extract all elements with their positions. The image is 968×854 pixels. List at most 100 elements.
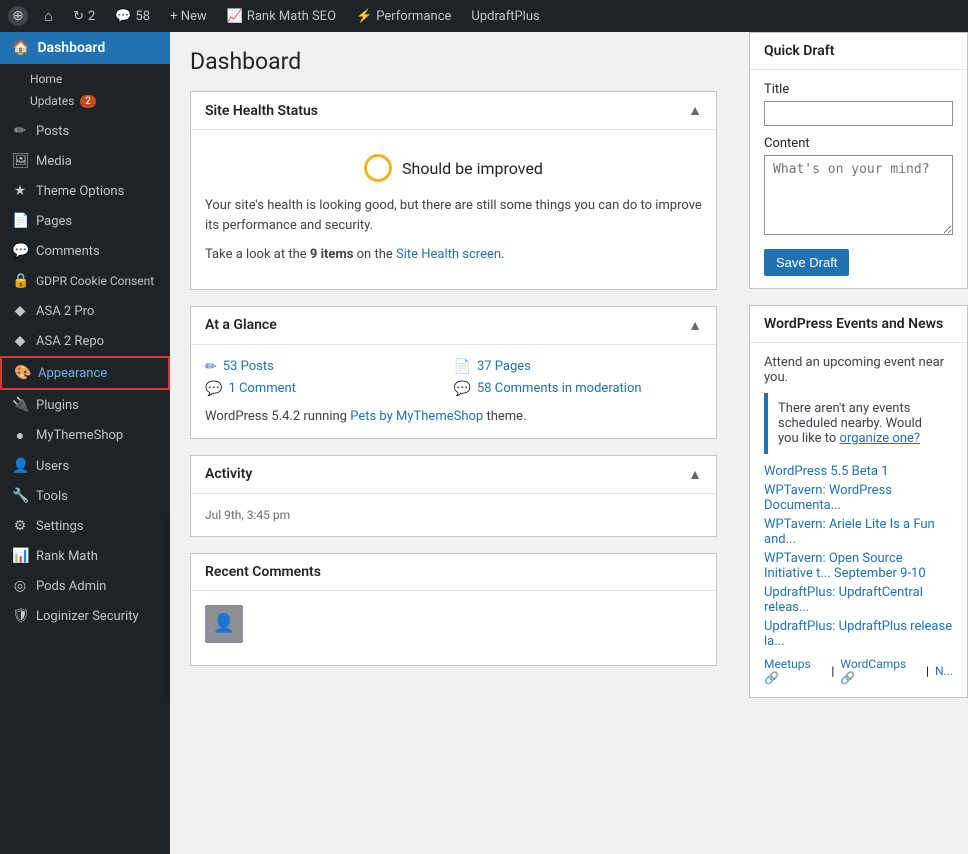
activity-body: Jul 9th, 3:45 pm: [191, 494, 716, 536]
quick-draft-header: Quick Draft: [750, 33, 967, 70]
theme-link[interactable]: Pets by MyThemeShop: [350, 409, 483, 424]
sidebar-item-users[interactable]: 👤 Users: [0, 451, 170, 481]
settings-icon: ⚙: [12, 518, 28, 534]
at-a-glance-body: ✏ 53 Posts 📄 37 Pages 💬 1 Comment 💬: [191, 345, 716, 438]
plugins-icon: 🔌: [12, 397, 28, 413]
glance-moderation: 💬 58 Comments in moderation: [454, 381, 703, 397]
comments-glance-icon: 💬: [205, 381, 222, 397]
site-health-body: Should be improved Your site's health is…: [191, 130, 716, 289]
theme-options-icon: ★: [12, 183, 28, 199]
event-link-2[interactable]: WPTavern: Ariele Lite Is a Fun and...: [764, 517, 953, 547]
sidebar-item-tools[interactable]: 🔧 Tools: [0, 481, 170, 511]
updraft-button[interactable]: UpdraftPlus: [467, 9, 543, 24]
event-link-3[interactable]: WPTavern: Open Source Initiative t... Se…: [764, 551, 953, 581]
events-header: WordPress Events and News: [750, 306, 967, 343]
site-health-header: Site Health Status ▲: [191, 92, 716, 130]
sidebar: 🏠 Dashboard Home Updates 2 ✏ Posts 🖼 Med…: [0, 32, 170, 854]
site-health-link[interactable]: Site Health screen: [396, 247, 501, 262]
save-draft-button[interactable]: Save Draft: [764, 249, 849, 276]
glance-posts: ✏ 53 Posts: [205, 359, 454, 375]
pages-link[interactable]: 37 Pages: [477, 359, 531, 374]
news-link[interactable]: N...: [935, 664, 953, 678]
sidebar-item-comments[interactable]: 💬 Comments: [0, 236, 170, 266]
sidebar-item-loginizer[interactable]: 🛡 Loginizer Security: [0, 601, 170, 631]
sidebar-item-updates[interactable]: Updates 2: [0, 90, 170, 112]
title-label: Title: [764, 82, 953, 97]
event-link-4[interactable]: UpdraftPlus: UpdraftCentral releas...: [764, 585, 953, 615]
sidebar-item-pods-admin[interactable]: ◎ Pods Admin: [0, 571, 170, 601]
recent-comments-header: Recent Comments: [191, 554, 716, 591]
main-layout: 🏠 Dashboard Home Updates 2 ✏ Posts 🖼 Med…: [0, 32, 968, 854]
gdpr-icon: 🔒: [12, 273, 28, 289]
sidebar-item-dashboard[interactable]: 🏠 Dashboard: [0, 32, 170, 64]
content-label: Content: [764, 136, 953, 151]
sidebar-item-home[interactable]: Home: [0, 68, 170, 90]
posts-link[interactable]: 53 Posts: [223, 359, 274, 374]
sidebar-item-gdpr[interactable]: 🔒 GDPR Cookie Consent: [0, 266, 170, 296]
quick-draft-body: Title Content Save Draft: [750, 70, 967, 288]
new-button[interactable]: + New: [166, 9, 211, 24]
sidebar-item-mythemeshop[interactable]: ● MyThemeShop: [0, 420, 170, 451]
no-events-notice: There aren't any events scheduled nearby…: [764, 393, 953, 454]
sidebar-item-pages[interactable]: 📄 Pages: [0, 206, 170, 236]
pages-glance-icon: 📄: [454, 359, 471, 375]
site-health-collapse[interactable]: ▲: [688, 102, 702, 119]
glance-grid: ✏ 53 Posts 📄 37 Pages 💬 1 Comment 💬: [205, 359, 702, 397]
organize-link[interactable]: organize one?: [840, 431, 921, 446]
pages-icon: 📄: [12, 213, 28, 229]
sidebar-item-theme-options[interactable]: ★ Theme Options: [0, 176, 170, 206]
sidebar-item-settings[interactable]: ⚙ Settings: [0, 511, 170, 541]
sidebar-item-posts[interactable]: ✏ Posts: [0, 116, 170, 146]
posts-glance-icon: ✏: [205, 359, 217, 375]
asa2repo-icon: ◆: [12, 333, 28, 349]
users-icon: 👤: [12, 458, 28, 474]
sidebar-item-plugins[interactable]: 🔌 Plugins: [0, 390, 170, 420]
recent-comments-widget: Recent Comments 👤: [190, 553, 717, 666]
activity-header: Activity ▲: [191, 456, 716, 494]
content-textarea[interactable]: [764, 155, 953, 235]
glance-comments: 💬 1 Comment: [205, 381, 454, 397]
media-icon: 🖼: [12, 153, 28, 169]
event-link-1[interactable]: WPTavern: WordPress Documenta...: [764, 483, 953, 513]
sidebar-item-media[interactable]: 🖼 Media: [0, 146, 170, 176]
meetups-link[interactable]: Meetups 🔗: [764, 657, 825, 685]
sidebar-item-asa2pro[interactable]: ◆ ASA 2 Pro: [0, 296, 170, 326]
comments-link[interactable]: 1 Comment: [228, 381, 296, 396]
updates-button[interactable]: ↻ 2: [69, 9, 99, 24]
rank-math-button[interactable]: 📈 Rank Math SEO: [223, 9, 340, 24]
tools-icon: 🔧: [12, 488, 28, 504]
events-footer: Meetups 🔗 | WordCamps 🔗 | N...: [764, 657, 953, 685]
comments-icon: 💬: [12, 243, 28, 259]
event-link-5[interactable]: UpdraftPlus: UpdraftPlus release la...: [764, 619, 953, 649]
wp-logo[interactable]: ⊕: [8, 6, 28, 26]
sidebar-item-appearance[interactable]: 🎨 Appearance: [0, 356, 170, 390]
event-link-0[interactable]: WordPress 5.5 Beta 1: [764, 464, 953, 479]
health-circle-icon: [364, 154, 392, 182]
main-area: Dashboard Site Health Status ▲ Should be…: [170, 32, 968, 854]
moderation-glance-icon: 💬: [454, 381, 471, 397]
recent-comments-body: 👤: [191, 591, 716, 665]
moderation-link[interactable]: 58 Comments in moderation: [477, 381, 642, 396]
at-a-glance-widget: At a Glance ▲ ✏ 53 Posts 📄 37 Pages: [190, 306, 717, 439]
comment-item: 👤: [205, 605, 702, 643]
updates-badge: 2: [80, 95, 96, 108]
home-icon[interactable]: ⌂: [40, 7, 57, 25]
appearance-icon: 🎨: [14, 365, 30, 381]
sidebar-item-asa2repo[interactable]: ◆ ASA 2 Repo: [0, 326, 170, 356]
sidebar-item-rank-math[interactable]: 📊 Rank Math: [0, 541, 170, 571]
asa2pro-icon: ◆: [12, 303, 28, 319]
avatar-icon: 👤: [213, 613, 235, 634]
performance-button[interactable]: ⚡ Performance: [352, 9, 455, 24]
activity-collapse[interactable]: ▲: [688, 466, 702, 483]
events-body: Attend an upcoming event near you. There…: [750, 343, 967, 697]
glance-pages: 📄 37 Pages: [454, 359, 703, 375]
at-a-glance-header: At a Glance ▲: [191, 307, 716, 345]
events-widget: WordPress Events and News Attend an upco…: [749, 305, 968, 698]
center-content: Dashboard Site Health Status ▲ Should be…: [170, 32, 733, 854]
title-input[interactable]: [764, 101, 953, 126]
rank-math-icon: 📊: [12, 548, 28, 564]
wordcamps-link[interactable]: WordCamps 🔗: [840, 657, 920, 685]
at-a-glance-collapse[interactable]: ▲: [688, 317, 702, 334]
dashboard-icon: 🏠: [12, 40, 29, 56]
comments-button[interactable]: 💬 58: [111, 9, 154, 24]
